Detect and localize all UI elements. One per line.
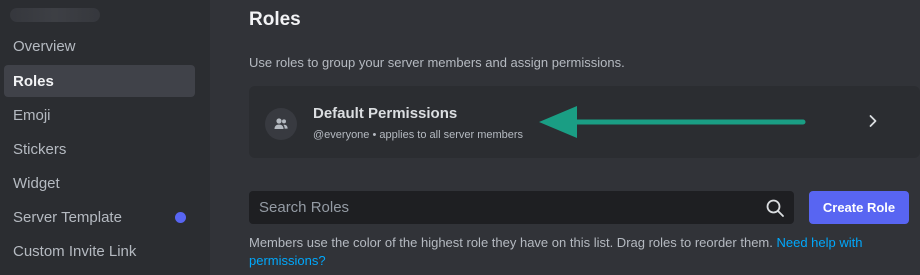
- create-role-button[interactable]: Create Role: [809, 191, 909, 224]
- sidebar-item-widget[interactable]: Widget: [4, 167, 195, 199]
- sidebar-item-stickers[interactable]: Stickers: [4, 133, 195, 165]
- sidebar-item-server-template[interactable]: Server Template: [4, 201, 195, 233]
- sidebar-item-label: Stickers: [13, 140, 67, 158]
- blurred-server-name: [10, 8, 100, 22]
- people-icon: [265, 108, 297, 140]
- chevron-right-icon: [869, 115, 877, 127]
- help-text-body: Members use the color of the highest rol…: [249, 235, 777, 250]
- sidebar-item-label: Server Template: [13, 208, 122, 226]
- annotation-arrow-icon: [539, 106, 806, 138]
- sidebar-item-label: Emoji: [13, 106, 51, 124]
- sidebar-item-label: Widget: [13, 174, 60, 192]
- page-description: Use roles to group your server members a…: [249, 55, 625, 70]
- search-icon: [766, 199, 784, 217]
- page-title: Roles: [249, 9, 301, 30]
- sidebar-item-label: Overview: [13, 37, 76, 55]
- new-indicator-dot: [175, 211, 186, 223]
- sidebar-item-label: Roles: [13, 72, 54, 90]
- default-permissions-subtitle: @everyone • applies to all server member…: [313, 129, 524, 141]
- search-roles-box[interactable]: [249, 191, 794, 224]
- sidebar-item-emoji[interactable]: Emoji: [4, 99, 195, 131]
- default-permissions-title: Default Permissions: [313, 105, 458, 122]
- search-input[interactable]: [249, 191, 759, 224]
- sidebar-item-custom-invite-link[interactable]: Custom Invite Link: [4, 235, 195, 267]
- sidebar-item-overview[interactable]: Overview: [4, 30, 195, 62]
- sidebar-item-label: Custom Invite Link: [13, 242, 137, 260]
- roles-help-text: Members use the color of the highest rol…: [249, 234, 889, 270]
- roles-settings-panel: Roles Use roles to group your server mem…: [210, 0, 920, 275]
- settings-sidebar: Overview Roles Emoji Stickers Widget Ser…: [0, 0, 210, 275]
- sidebar-item-roles[interactable]: Roles: [4, 65, 195, 97]
